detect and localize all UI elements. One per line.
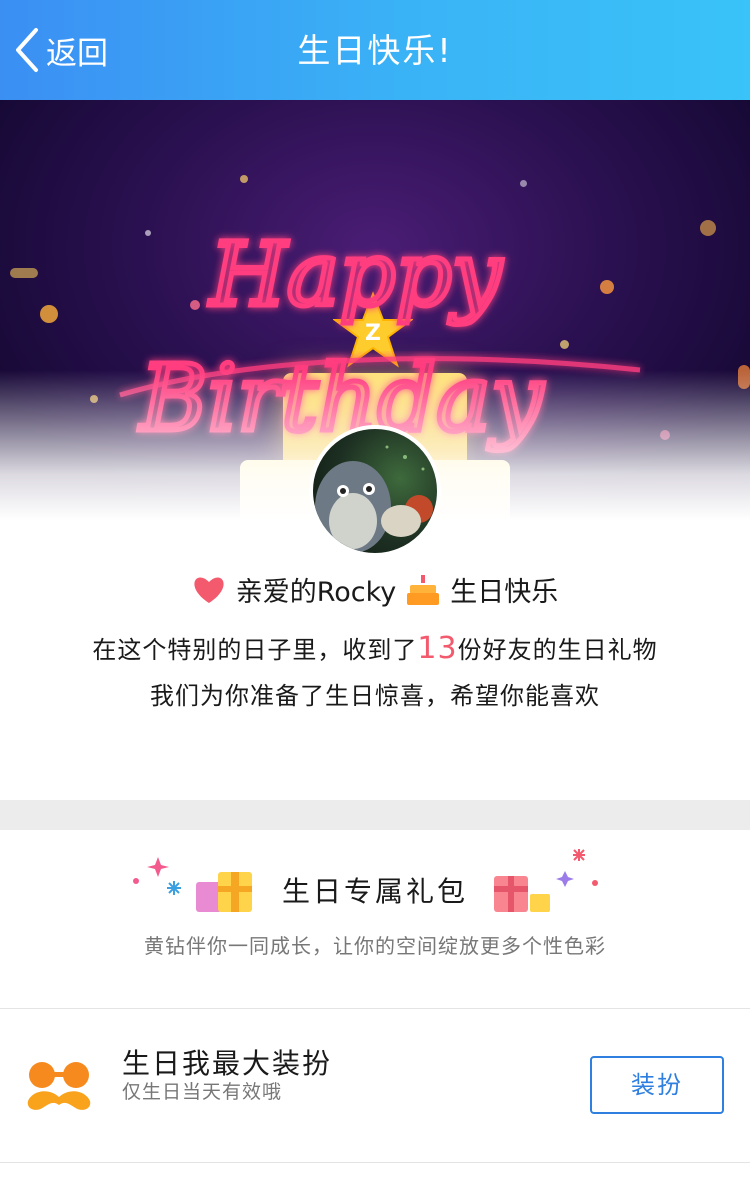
dress-up-subtitle: 仅生日当天有效哦: [122, 1081, 283, 1103]
mustache-glasses-icon: [27, 1062, 91, 1110]
dress-up-title: 生日我最大装扮: [122, 1047, 333, 1080]
gift-received-message: 在这个特别的日子里，收到了13份好友的生日礼物: [92, 631, 658, 666]
page-title: 生日快乐!: [297, 31, 453, 70]
section-gap: [0, 800, 750, 830]
nav-bar: 返回 生日快乐!: [0, 0, 750, 100]
gift-icon: [494, 876, 550, 912]
gift-pack-subtitle: 黄钻伴你一同成长，让你的空间绽放更多个性色彩: [144, 934, 606, 958]
divider: [0, 1008, 750, 1009]
greeting-name: 亲爱的Rocky: [235, 577, 397, 608]
gift-count: 13: [417, 631, 458, 666]
heart-icon: [194, 577, 224, 603]
gift-pack-title: 生日专属礼包: [281, 875, 468, 908]
sparkle-icon: [556, 849, 598, 887]
svg-text:Happy: Happy: [208, 223, 503, 326]
greeting-line: 亲爱的Rocky 生日快乐: [0, 570, 750, 609]
surprise-message: 我们为你准备了生日惊喜，希望你能喜欢: [150, 682, 600, 710]
birthday-cake-icon: [407, 574, 440, 605]
avatar[interactable]: [309, 425, 441, 557]
divider: [0, 1162, 750, 1163]
greeting-wish: 生日快乐: [450, 577, 559, 608]
dress-up-button[interactable]: 装扮: [590, 1056, 724, 1114]
